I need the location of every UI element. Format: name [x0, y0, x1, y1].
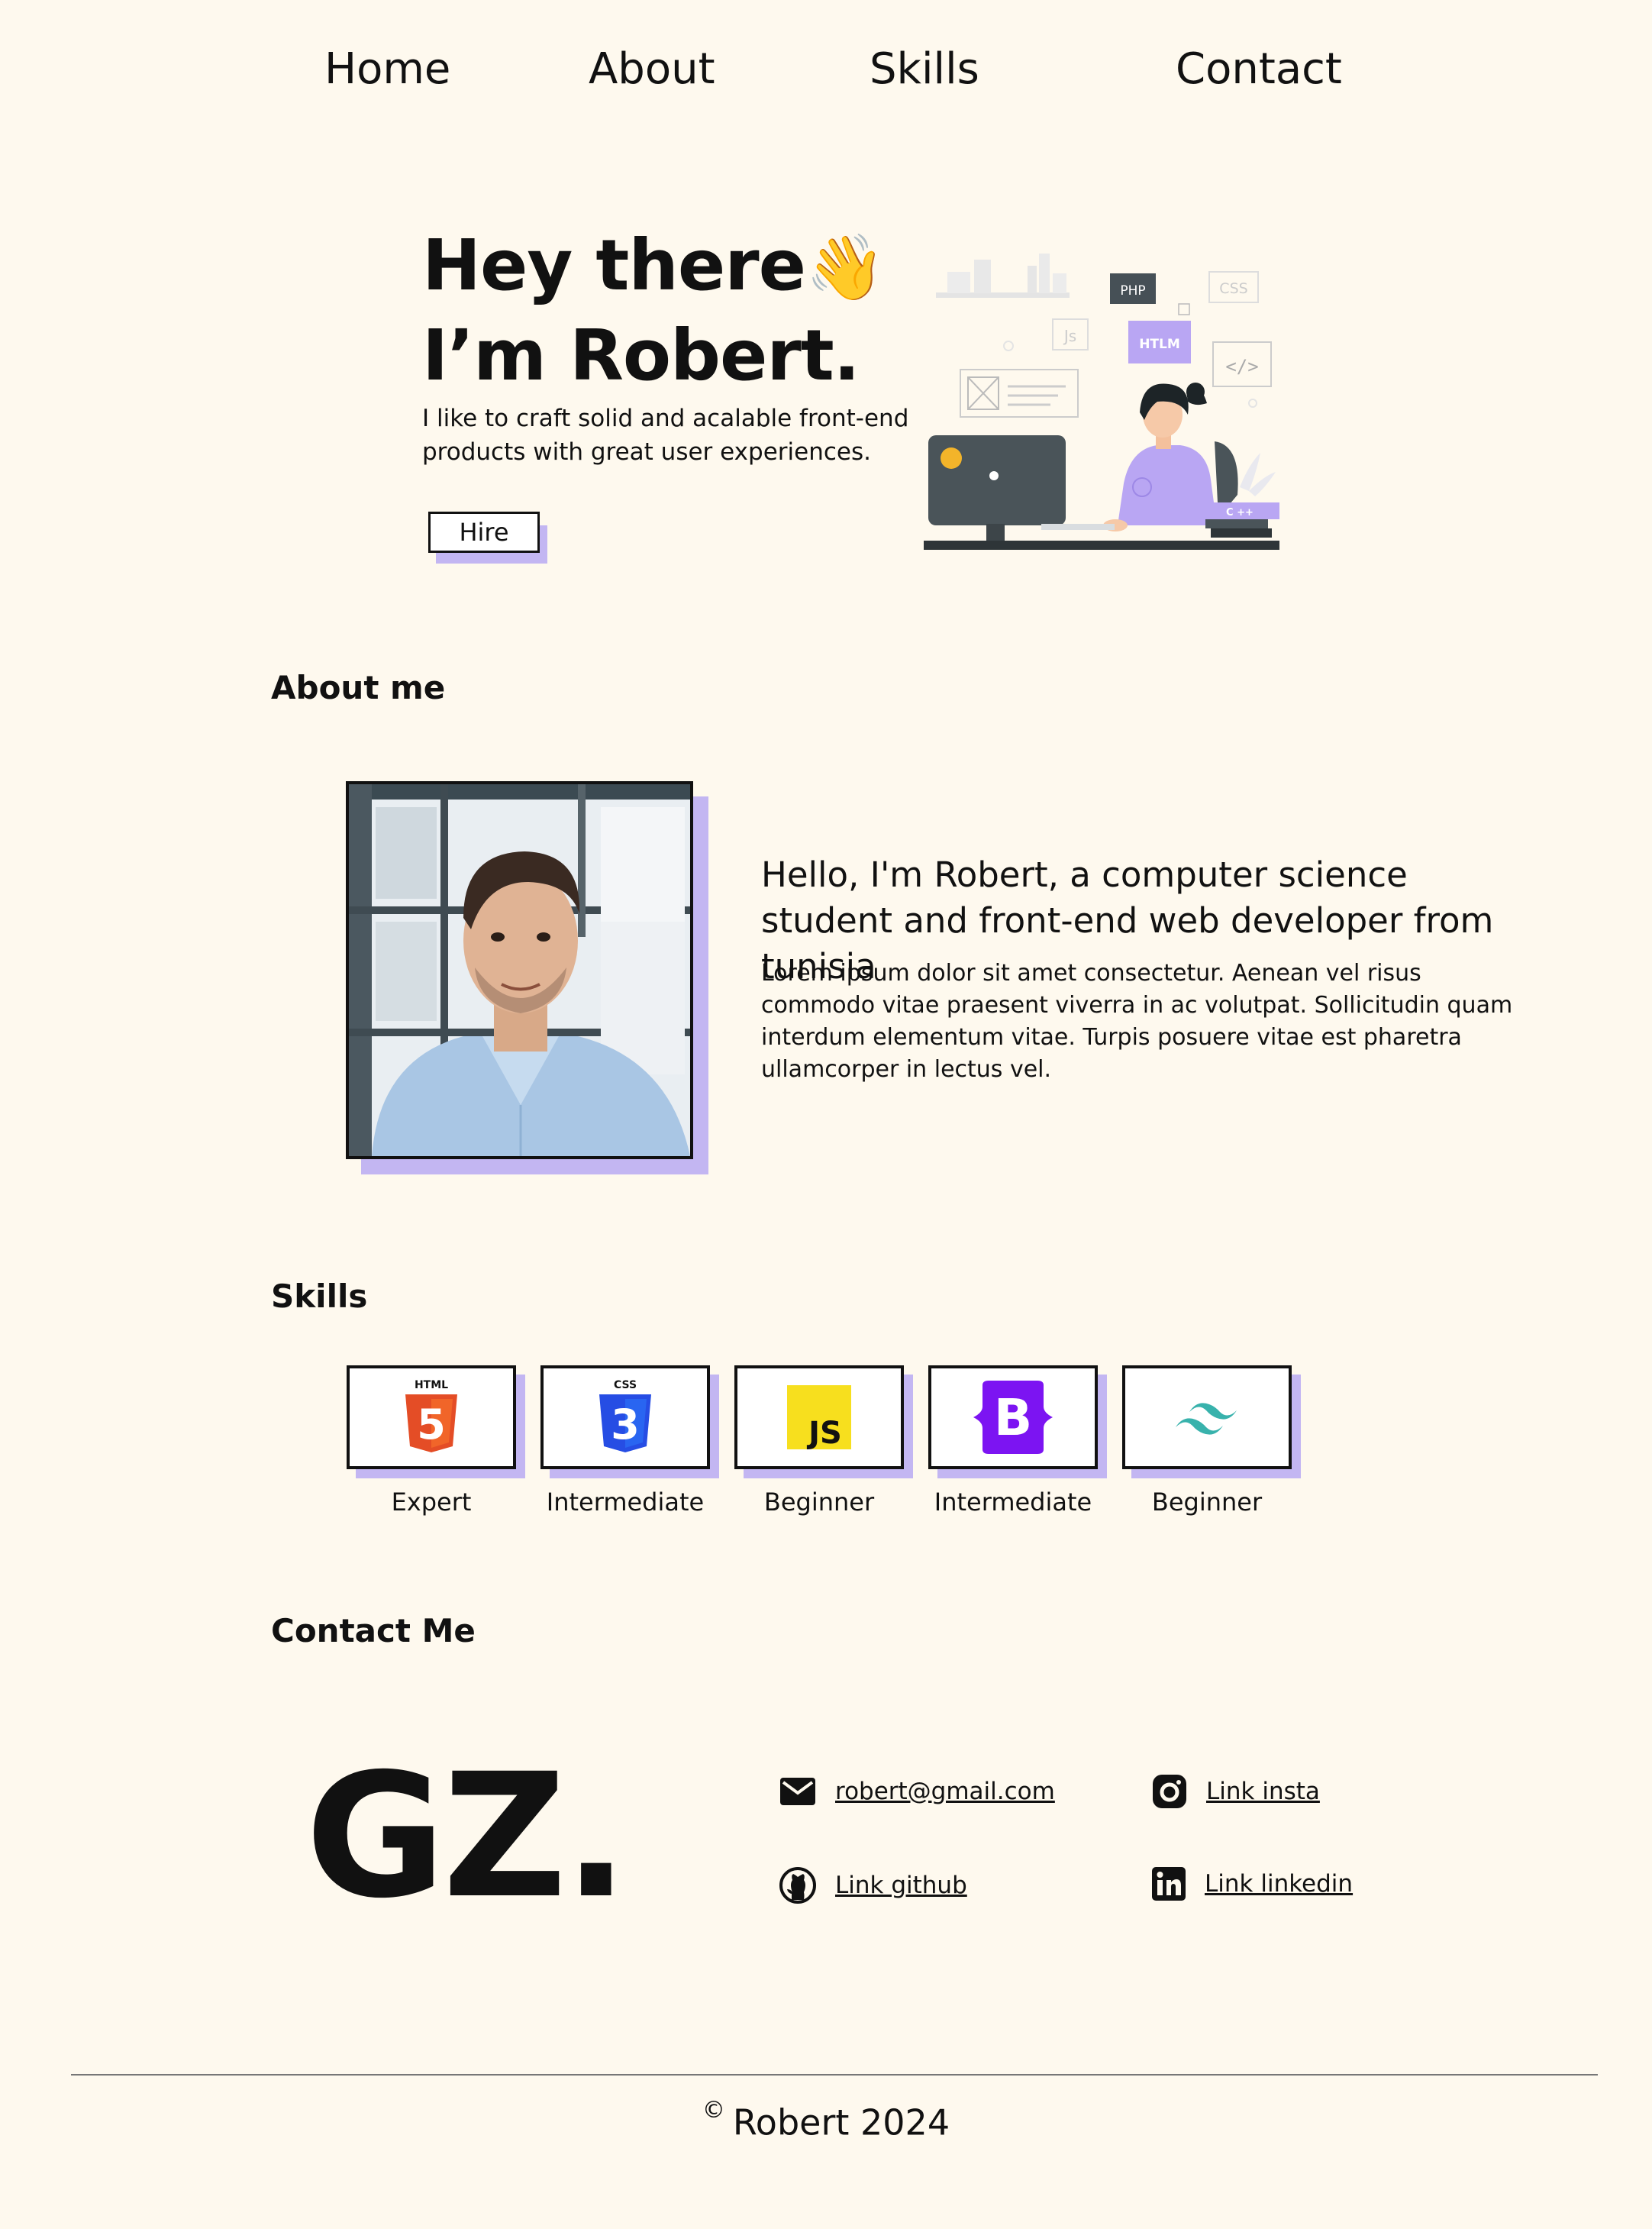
svg-text:B: B	[994, 1388, 1032, 1447]
tailwind-icon	[1176, 1403, 1237, 1435]
bootstrap-icon: B	[973, 1381, 1053, 1454]
contact-linkedin-text: Link linkedin	[1205, 1870, 1354, 1898]
about-section-title: About me	[271, 669, 446, 706]
waving-hand-icon: 👋	[805, 230, 886, 305]
contact-email[interactable]: robert@gmail.com	[779, 1776, 1055, 1807]
svg-text:</>: </>	[1225, 356, 1258, 377]
contact-github[interactable]: Link github	[779, 1866, 967, 1904]
developer-illustration: PHP CSS Js HTLM </> C ++	[924, 254, 1279, 550]
nav-link-about[interactable]: About	[589, 44, 715, 94]
js-label: Js	[1063, 327, 1076, 345]
css-label: CSS	[1219, 280, 1247, 297]
footer-divider	[71, 2074, 1598, 2076]
html5-icon: HTML 5	[405, 1379, 457, 1452]
skills-section-title: Skills	[271, 1278, 368, 1315]
contact-section-title: Contact Me	[271, 1612, 476, 1649]
svg-text:5: 5	[417, 1400, 446, 1449]
svg-text:CSS: CSS	[614, 1379, 637, 1391]
skill-level-bootstrap: Intermediate	[934, 1488, 1092, 1517]
mail-icon	[780, 1778, 815, 1805]
svg-text:HTML: HTML	[415, 1379, 448, 1391]
css3-icon: CSS 3	[599, 1379, 651, 1452]
skill-level-tailwind: Beginner	[1151, 1488, 1263, 1517]
svg-text:3: 3	[611, 1400, 640, 1449]
skill-level-html: Expert	[391, 1488, 472, 1517]
contact-insta-text: Link insta	[1206, 1778, 1320, 1805]
skill-level-css: Intermediate	[546, 1488, 705, 1517]
copyright-icon: ©	[702, 2097, 725, 2124]
javascript-icon: JS	[787, 1385, 851, 1449]
github-icon	[779, 1867, 816, 1904]
nav-link-home[interactable]: Home	[324, 44, 450, 94]
profile-photo	[346, 781, 693, 1159]
hero-greeting: Hey there	[422, 225, 806, 306]
hero-name: I’m Robert.	[422, 315, 860, 396]
hire-button[interactable]: Hire	[428, 512, 540, 553]
cpp-label: C ++	[1226, 507, 1254, 518]
footer-text: Robert 2024	[732, 2101, 950, 2143]
nav-link-skills[interactable]: Skills	[870, 44, 979, 94]
contact-linkedin[interactable]: Link linkedin	[1151, 1866, 1353, 1901]
gz-logo: GZ.	[305, 1736, 628, 1936]
contact-github-text: Link github	[835, 1872, 967, 1899]
php-label: PHP	[1120, 283, 1145, 299]
hero-title: Hey there👋 I’m Robert.	[422, 221, 886, 400]
nav-link-contact[interactable]: Contact	[1176, 44, 1342, 94]
contact-insta[interactable]: Link insta	[1151, 1773, 1320, 1810]
svg-text:JS: JS	[806, 1416, 842, 1449]
hero-subtitle: I like to craft solid and acalable front…	[422, 405, 909, 466]
footer: © Robert 2024	[0, 2097, 1652, 2143]
instagram-icon	[1153, 1775, 1186, 1808]
about-body: Lorem ipsum dolor sit amet consectetur. …	[761, 960, 1513, 1083]
contact-email-text: robert@gmail.com	[835, 1778, 1055, 1805]
skill-level-javascript: Beginner	[763, 1488, 875, 1517]
linkedin-icon	[1152, 1867, 1186, 1901]
htlm-label: HTLM	[1139, 337, 1180, 352]
